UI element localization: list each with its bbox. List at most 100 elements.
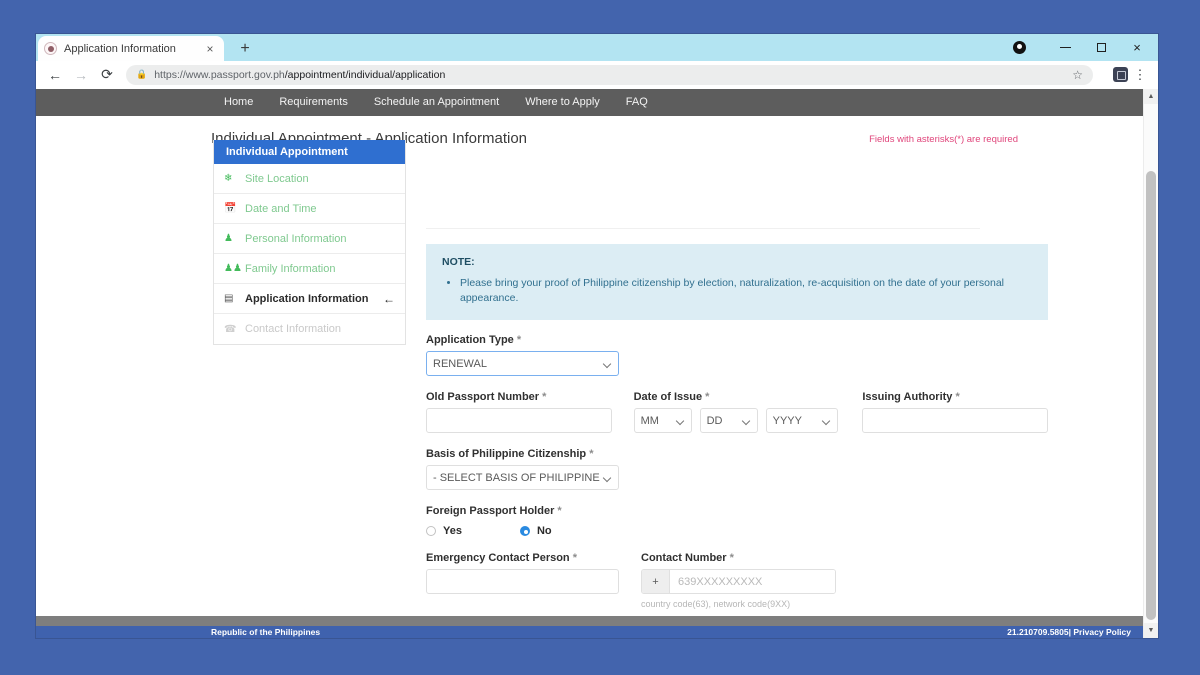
back-icon[interactable]: ← xyxy=(42,62,68,88)
section-divider xyxy=(426,228,980,229)
footer-left-text: Republic of the Philippines xyxy=(211,627,321,637)
contact-number-hint: country code(63), network code(9XX) xyxy=(641,599,791,610)
label-text: Contact Number xyxy=(641,552,727,565)
date-of-issue-month-select[interactable]: MM xyxy=(633,408,692,434)
sidebar-item-personal-information[interactable]: ♟ Personal Information xyxy=(214,224,405,254)
lock-icon: 🔒 xyxy=(136,69,148,79)
bookmark-star-icon[interactable]: ☆ xyxy=(1072,68,1083,82)
label-text: Foreign Passport Holder xyxy=(426,505,555,518)
address-bar-url: https://www.passport.gov.ph/appointment/… xyxy=(154,69,445,81)
emergency-contact-person-group: Emergency Contact Person * xyxy=(426,552,619,609)
radio-circle-selected-icon xyxy=(519,526,530,537)
required-asterisk: * xyxy=(955,391,960,404)
address-bar[interactable]: 🔒 https://www.passport.gov.ph/appointmen… xyxy=(126,64,1093,85)
scroll-down-arrow-icon[interactable]: ▼ xyxy=(1144,623,1158,638)
required-asterisk: * xyxy=(705,391,710,404)
issuing-authority-label: Issuing Authority * xyxy=(862,391,1048,403)
sidebar-item-application-information[interactable]: ▤ Application Information ← xyxy=(214,284,405,314)
sidebar-item-label: Personal Information xyxy=(245,232,347,245)
old-passport-number-input[interactable] xyxy=(426,408,612,434)
close-tab-icon[interactable]: × xyxy=(202,43,218,55)
date-of-issue-label: Date of Issue * xyxy=(634,391,841,403)
required-asterisk: * xyxy=(572,552,577,565)
sidebar-item-site-location[interactable]: ❄ Site Location xyxy=(214,164,405,194)
people-group-icon: ♟♟ xyxy=(224,263,242,274)
stepper-header: Individual Appointment xyxy=(214,140,405,164)
emergency-contact-person-input[interactable] xyxy=(426,569,619,595)
close-window-button[interactable]: × xyxy=(1120,34,1154,61)
contact-number-input[interactable] xyxy=(670,570,835,594)
url-domain: https://www.passport.gov.ph xyxy=(154,68,285,81)
browser-menu-icon[interactable]: ⋮ xyxy=(1128,67,1152,83)
footer-spacer xyxy=(36,616,1143,626)
application-type-group: Application Type * RENEWAL xyxy=(426,334,619,377)
required-fields-note: Fields with asterisks(*) are required xyxy=(869,134,1018,145)
id-card-icon: ▤ xyxy=(224,293,234,304)
issuing-authority-group: Issuing Authority * xyxy=(862,391,1048,434)
sidebar-item-date-and-time[interactable]: 📅 Date and Time xyxy=(214,194,405,224)
year-select-wrap: YYYY xyxy=(765,408,838,434)
site-nav-item-faq[interactable]: FAQ xyxy=(613,89,661,116)
scrollbar-thumb[interactable] xyxy=(1146,171,1156,620)
date-of-issue-year-select[interactable]: YYYY xyxy=(765,408,838,434)
label-text: Emergency Contact Person xyxy=(426,552,570,565)
foreign-passport-holder-group: Foreign Passport Holder * Yes No xyxy=(426,505,1048,537)
extension-icon[interactable] xyxy=(1113,67,1128,82)
foreign-passport-holder-label: Foreign Passport Holder * xyxy=(426,505,1048,517)
note-heading: NOTE: xyxy=(442,256,475,268)
foreign-passport-holder-radio-yes[interactable]: Yes xyxy=(426,525,462,537)
account-circle-icon[interactable] xyxy=(1013,41,1026,54)
date-of-issue-day-select[interactable]: DD xyxy=(699,408,758,434)
emergency-contact-row: Emergency Contact Person * Contact Numbe… xyxy=(426,552,1048,624)
page-scrollbar[interactable]: ▲ ▼ xyxy=(1143,89,1158,638)
site-navigation: Home Requirements Schedule an Appointmen… xyxy=(36,89,1158,116)
scroll-up-arrow-icon[interactable]: ▲ xyxy=(1144,89,1158,104)
old-passport-number-group: Old Passport Number * xyxy=(426,391,612,434)
application-type-label: Application Type * xyxy=(426,334,619,346)
forward-icon[interactable]: → xyxy=(68,62,94,88)
application-type-select-wrap: RENEWAL xyxy=(426,351,619,377)
date-of-issue-selects: MM DD YYYY xyxy=(633,408,841,434)
contact-number-label: Contact Number * xyxy=(641,552,836,564)
sidebar-item-family-information[interactable]: ♟♟ Family Information xyxy=(214,254,405,284)
browser-tab-application-information[interactable]: Application Information × xyxy=(38,36,224,61)
label-text: Date of Issue xyxy=(633,391,703,404)
passport-seal-icon xyxy=(44,42,57,55)
minimize-window-button[interactable] xyxy=(1048,34,1082,61)
radio-label: Yes xyxy=(443,525,462,538)
site-nav-item-requirements[interactable]: Requirements xyxy=(266,89,360,116)
radio-circle-icon xyxy=(426,526,436,537)
foreign-passport-holder-radio-no[interactable]: No xyxy=(519,525,552,538)
new-tab-button[interactable]: + xyxy=(234,39,256,61)
application-type-select[interactable]: RENEWAL xyxy=(426,351,619,377)
maximize-window-button[interactable] xyxy=(1084,34,1118,61)
url-path: /appointment/individual/application xyxy=(284,68,446,81)
issuing-authority-input[interactable] xyxy=(862,408,1048,434)
sidebar-item-label: Application Information xyxy=(245,292,369,305)
reload-icon[interactable]: ⟳ xyxy=(94,62,120,88)
tab-strip: Application Information × + × xyxy=(36,34,1158,61)
basis-of-citizenship-label: Basis of Philippine Citizenship * xyxy=(426,448,619,460)
month-select-wrap: MM xyxy=(633,408,692,434)
sidebar-item-contact-information[interactable]: ☎ Contact Information xyxy=(214,314,405,344)
application-information-form: NOTE: Please bring your proof of Philipp… xyxy=(426,244,1048,638)
old-passport-number-label: Old Passport Number * xyxy=(426,391,612,403)
label-text: Basis of Philippine Citizenship xyxy=(426,448,587,461)
radio-label: No xyxy=(536,525,552,538)
site-nav-item-home[interactable]: Home xyxy=(211,89,266,116)
calendar-icon: 📅 xyxy=(224,203,237,214)
basis-of-citizenship-select[interactable]: - SELECT BASIS OF PHILIPPINE xyxy=(426,465,619,491)
browser-toolbar: ← → ⟳ 🔒 https://www.passport.gov.ph/appo… xyxy=(36,61,1158,89)
site-nav-item-where-to-apply[interactable]: Where to Apply xyxy=(512,89,613,116)
current-step-arrow-icon: ← xyxy=(383,291,395,306)
required-asterisk: * xyxy=(542,391,547,404)
contact-number-field: + xyxy=(641,569,836,595)
page-viewport: Home Requirements Schedule an Appointmen… xyxy=(36,89,1158,638)
basis-of-citizenship-select-wrap: - SELECT BASIS OF PHILIPPINE xyxy=(426,465,619,491)
footer-right-text[interactable]: 21.210709.5805| Privacy Policy xyxy=(1007,627,1131,637)
site-footer: Republic of the Philippines 21.210709.58… xyxy=(36,626,1143,638)
country-code-prefix: + xyxy=(642,570,670,594)
note-bullet: Please bring your proof of Philippine ci… xyxy=(460,276,1032,306)
sidebar-item-label: Site Location xyxy=(245,172,309,185)
site-nav-item-schedule-an-appointment[interactable]: Schedule an Appointment xyxy=(361,89,512,116)
